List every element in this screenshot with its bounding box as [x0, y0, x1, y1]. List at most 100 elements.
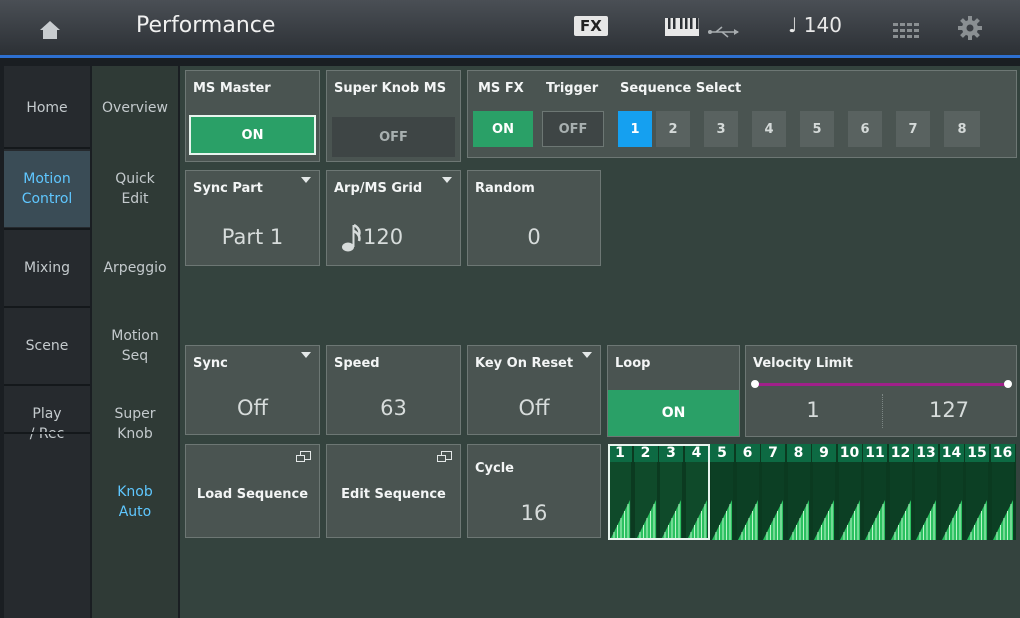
- load-sequence-label: Load Sequence: [196, 487, 309, 502]
- step-9[interactable]: 9: [812, 444, 836, 540]
- step-ramp-icon: [736, 462, 759, 540]
- ms-master-on-button[interactable]: ON: [189, 115, 316, 155]
- subnav-arpeggio[interactable]: Arpeggio: [92, 230, 178, 306]
- step-ramp-icon: [915, 462, 937, 540]
- sequence-button-7[interactable]: 7: [896, 111, 930, 147]
- usb-icon: [708, 20, 740, 44]
- ms-master-param: MS Master ON: [185, 70, 320, 162]
- step-3[interactable]: 3: [659, 444, 683, 540]
- sequence-select-label: Sequence Select: [620, 81, 742, 96]
- step-1[interactable]: 1: [608, 444, 632, 540]
- step-number: 7: [761, 444, 785, 462]
- edit-sequence-button[interactable]: Edit Sequence: [326, 444, 461, 538]
- subnav-super-knob[interactable]: Super Knob: [92, 386, 178, 462]
- velocity-limit-low-value[interactable]: 1: [746, 398, 880, 422]
- nav-play-rec[interactable]: Play / Rec: [4, 386, 90, 462]
- subnav-quick-edit[interactable]: Quick Edit: [92, 151, 178, 227]
- sync-label: Sync: [193, 356, 228, 371]
- step-number: 10: [837, 444, 862, 462]
- sync-part-label: Sync Part: [193, 181, 263, 196]
- step-ramp-icon: [634, 462, 657, 540]
- sequence-button-6[interactable]: 6: [848, 111, 882, 147]
- step-4[interactable]: 4: [684, 444, 709, 540]
- step-11[interactable]: 11: [863, 444, 887, 540]
- step-number: 9: [812, 444, 836, 462]
- subnav-motion-seq[interactable]: Motion Seq: [92, 308, 178, 384]
- super-knob-ms-label: Super Knob MS: [334, 81, 447, 96]
- step-6[interactable]: 6: [735, 444, 760, 540]
- sequence-button-5[interactable]: 5: [800, 111, 834, 147]
- step-number: 4: [684, 444, 709, 462]
- tempo-display[interactable]: ♩ 140: [788, 13, 842, 37]
- loop-on-button[interactable]: ON: [608, 390, 739, 436]
- velocity-limit-high-value[interactable]: 127: [882, 398, 1016, 422]
- key-on-reset-param[interactable]: Key On Reset Off: [467, 345, 601, 435]
- speed-param[interactable]: Speed 63: [326, 345, 461, 435]
- sequence-button-1[interactable]: 1: [618, 111, 652, 147]
- home-button[interactable]: [8, 10, 92, 50]
- step-10[interactable]: 10: [837, 444, 862, 540]
- sync-part-param[interactable]: Sync Part Part 1: [185, 170, 320, 266]
- nav-motion-control[interactable]: Motion Control: [4, 151, 90, 227]
- fx-indicator[interactable]: FX: [574, 16, 608, 36]
- subnav-overview[interactable]: Overview: [92, 70, 178, 146]
- sixteenth-note-icon: [341, 223, 361, 257]
- cycle-param[interactable]: Cycle 16: [467, 444, 601, 538]
- velocity-limit-param[interactable]: Velocity Limit 1 127: [745, 345, 1017, 437]
- sync-param[interactable]: Sync Off: [185, 345, 320, 435]
- load-sequence-button[interactable]: Load Sequence: [185, 444, 320, 538]
- step-number: 2: [633, 444, 658, 462]
- key-on-reset-value: Off: [518, 396, 550, 420]
- step-12[interactable]: 12: [888, 444, 913, 540]
- sequence-button-4[interactable]: 4: [752, 111, 786, 147]
- velocity-high-handle[interactable]: [1004, 380, 1012, 388]
- random-value: 0: [527, 225, 541, 249]
- velocity-low-handle[interactable]: [751, 380, 759, 388]
- step-number: 14: [939, 444, 964, 462]
- step-5[interactable]: 5: [710, 444, 734, 540]
- step-ramp-icon: [813, 462, 835, 540]
- step-number: 5: [710, 444, 734, 462]
- step-number: 15: [965, 444, 989, 462]
- trigger-label: Trigger: [546, 81, 599, 96]
- step-ramp-icon: [685, 462, 708, 540]
- divider: [4, 147, 90, 149]
- step-ramp-icon: [864, 462, 886, 540]
- step-13[interactable]: 13: [914, 444, 938, 540]
- subnav-knob-auto[interactable]: Knob Auto: [92, 464, 178, 540]
- step-7[interactable]: 7: [761, 444, 785, 540]
- loop-param: Loop ON: [607, 345, 740, 437]
- velocity-range-bar[interactable]: [754, 383, 1010, 386]
- step-14[interactable]: 14: [939, 444, 964, 540]
- sequence-button-2[interactable]: 2: [656, 111, 690, 147]
- arp-ms-grid-param[interactable]: Arp/MS Grid 120: [326, 170, 461, 266]
- ms-fx-on-button[interactable]: ON: [473, 111, 533, 147]
- nav-scene[interactable]: Scene: [4, 308, 90, 384]
- step-8[interactable]: 8: [786, 444, 811, 540]
- super-knob-ms-off-button[interactable]: OFF: [332, 117, 455, 157]
- step-lane[interactable]: 1 2 3 4 5 6 7 8 9 10 11 12 13 14 15 16: [608, 444, 1016, 540]
- trigger-off-button[interactable]: OFF: [542, 111, 604, 147]
- velocity-limit-label: Velocity Limit: [753, 356, 853, 371]
- grid-icon[interactable]: [893, 20, 919, 44]
- nav-mixing[interactable]: Mixing: [4, 230, 90, 306]
- step-15[interactable]: 15: [965, 444, 989, 540]
- popup-icon: [437, 451, 452, 462]
- ms-master-label: MS Master: [193, 81, 271, 96]
- step-ramp-icon: [787, 462, 810, 540]
- main-nav: Home Motion Control Mixing Scene Play / …: [4, 66, 90, 618]
- sequence-button-3[interactable]: 3: [704, 111, 738, 147]
- sync-value: Off: [237, 396, 268, 420]
- arp-ms-grid-label: Arp/MS Grid: [334, 181, 423, 196]
- sequence-button-8[interactable]: 8: [944, 111, 980, 147]
- step-2[interactable]: 2: [633, 444, 658, 540]
- step-16[interactable]: 16: [990, 444, 1015, 540]
- step-number: 8: [786, 444, 811, 462]
- sync-part-value: Part 1: [221, 225, 284, 249]
- edit-sequence-label: Edit Sequence: [341, 487, 446, 502]
- gear-icon[interactable]: [958, 16, 982, 45]
- random-param[interactable]: Random 0: [467, 170, 601, 266]
- step-ramp-icon: [991, 462, 1014, 540]
- nav-home[interactable]: Home: [4, 70, 90, 146]
- step-ramp-icon: [660, 462, 682, 540]
